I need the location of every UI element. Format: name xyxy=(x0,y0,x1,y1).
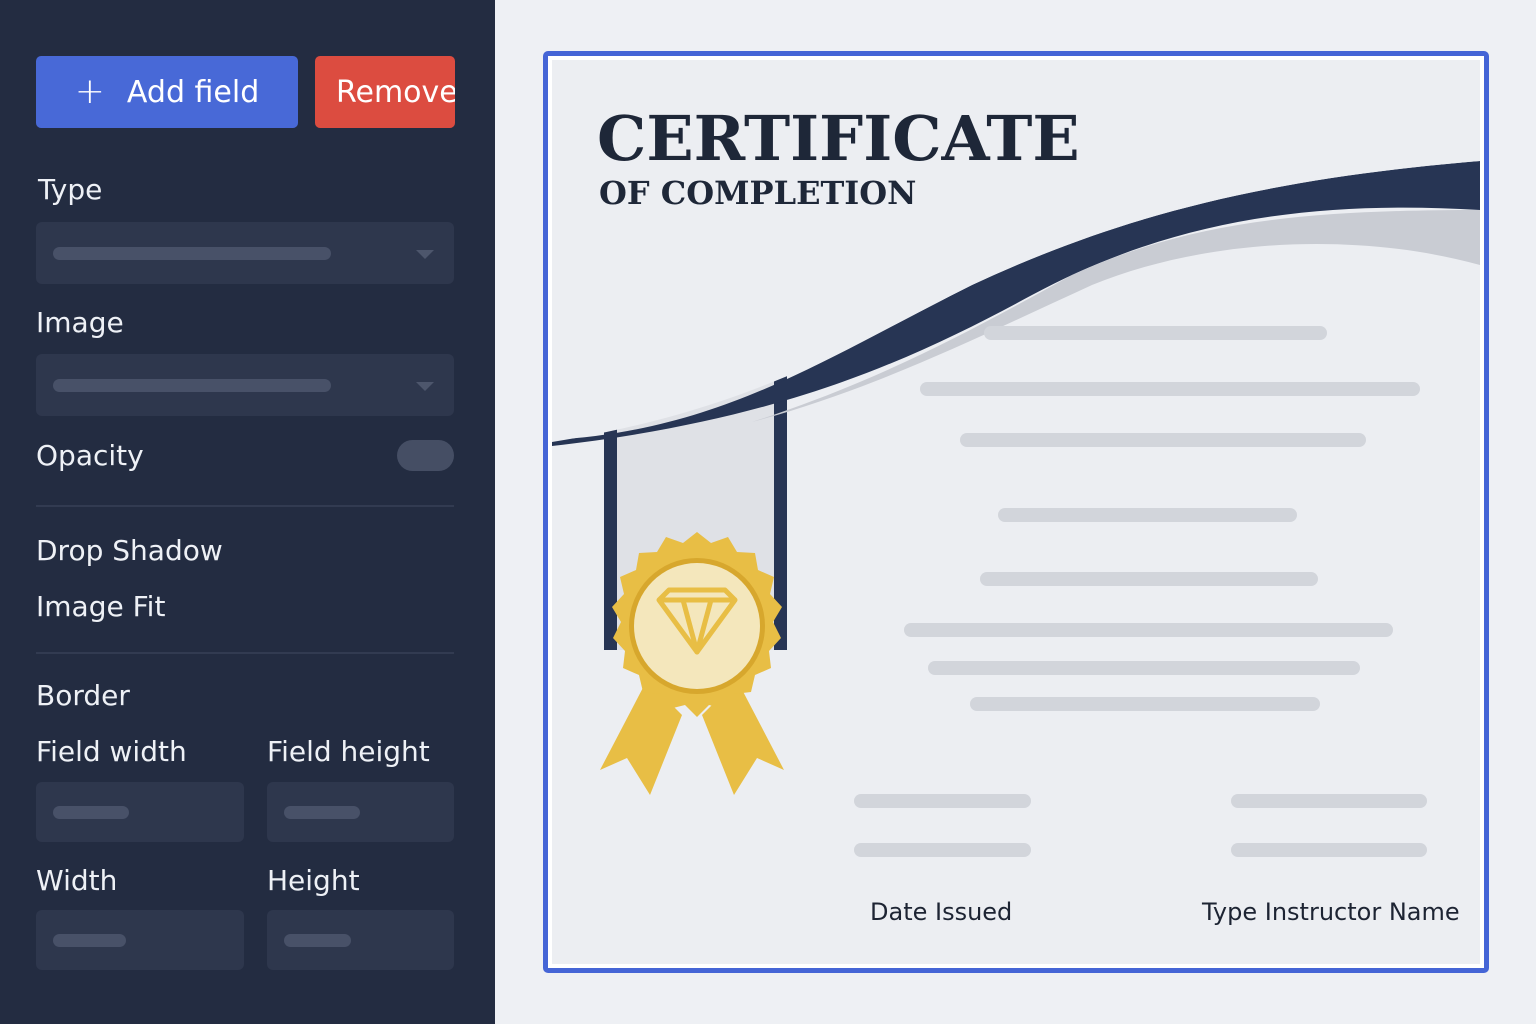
text-line xyxy=(998,508,1297,522)
text-line xyxy=(920,382,1420,396)
type-select-placeholder xyxy=(53,247,331,260)
divider xyxy=(36,505,454,507)
width-placeholder xyxy=(53,934,126,947)
plus-icon: + xyxy=(74,71,105,112)
properties-sidebar: + Add field Remove Type Image Opacity Dr… xyxy=(0,0,495,1024)
date-line xyxy=(854,794,1031,808)
add-field-label: Add field xyxy=(126,74,260,110)
field-height-label: Field height xyxy=(267,735,430,768)
signature-line xyxy=(1231,843,1427,857)
image-fit-option[interactable]: Image Fit xyxy=(36,590,165,623)
type-label: Type xyxy=(38,173,103,206)
drop-shadow-option[interactable]: Drop Shadow xyxy=(36,534,223,567)
image-label: Image xyxy=(36,306,124,339)
remove-button[interactable]: Remove xyxy=(315,56,455,128)
certificate-preview[interactable]: CERTIFICATE OF COMPLETION Date Issued Ty… xyxy=(543,51,1489,973)
instructor-name-label[interactable]: Type Instructor Name xyxy=(1202,898,1460,926)
text-line xyxy=(984,326,1327,340)
text-line xyxy=(904,623,1393,637)
add-field-button[interactable]: + Add field xyxy=(36,56,298,128)
divider xyxy=(36,652,454,654)
image-select-placeholder xyxy=(53,379,331,392)
text-line xyxy=(928,661,1360,675)
certificate-subtitle: OF COMPLETION xyxy=(599,174,917,212)
width-label: Width xyxy=(36,864,118,897)
width-input[interactable] xyxy=(36,910,244,970)
field-width-placeholder xyxy=(53,806,129,819)
opacity-toggle[interactable] xyxy=(397,440,454,471)
height-placeholder xyxy=(284,934,351,947)
text-line xyxy=(980,572,1318,586)
signature-line xyxy=(1231,794,1427,808)
border-label: Border xyxy=(36,679,130,712)
certificate-body: CERTIFICATE OF COMPLETION Date Issued Ty… xyxy=(552,60,1480,964)
height-input[interactable] xyxy=(267,910,454,970)
type-select[interactable] xyxy=(36,222,454,284)
height-label: Height xyxy=(267,864,360,897)
field-width-label: Field width xyxy=(36,735,187,768)
date-issued-label[interactable]: Date Issued xyxy=(870,898,1012,926)
chevron-down-icon xyxy=(416,250,434,259)
text-line xyxy=(970,697,1320,711)
chevron-down-icon xyxy=(416,382,434,391)
opacity-label: Opacity xyxy=(36,439,144,472)
remove-label: Remove xyxy=(336,74,455,110)
certificate-title: CERTIFICATE xyxy=(597,102,1080,175)
image-select[interactable] xyxy=(36,354,454,416)
field-height-input[interactable] xyxy=(267,782,454,842)
field-height-placeholder xyxy=(284,806,360,819)
text-line xyxy=(960,433,1366,447)
date-line xyxy=(854,843,1031,857)
field-width-input[interactable] xyxy=(36,782,244,842)
